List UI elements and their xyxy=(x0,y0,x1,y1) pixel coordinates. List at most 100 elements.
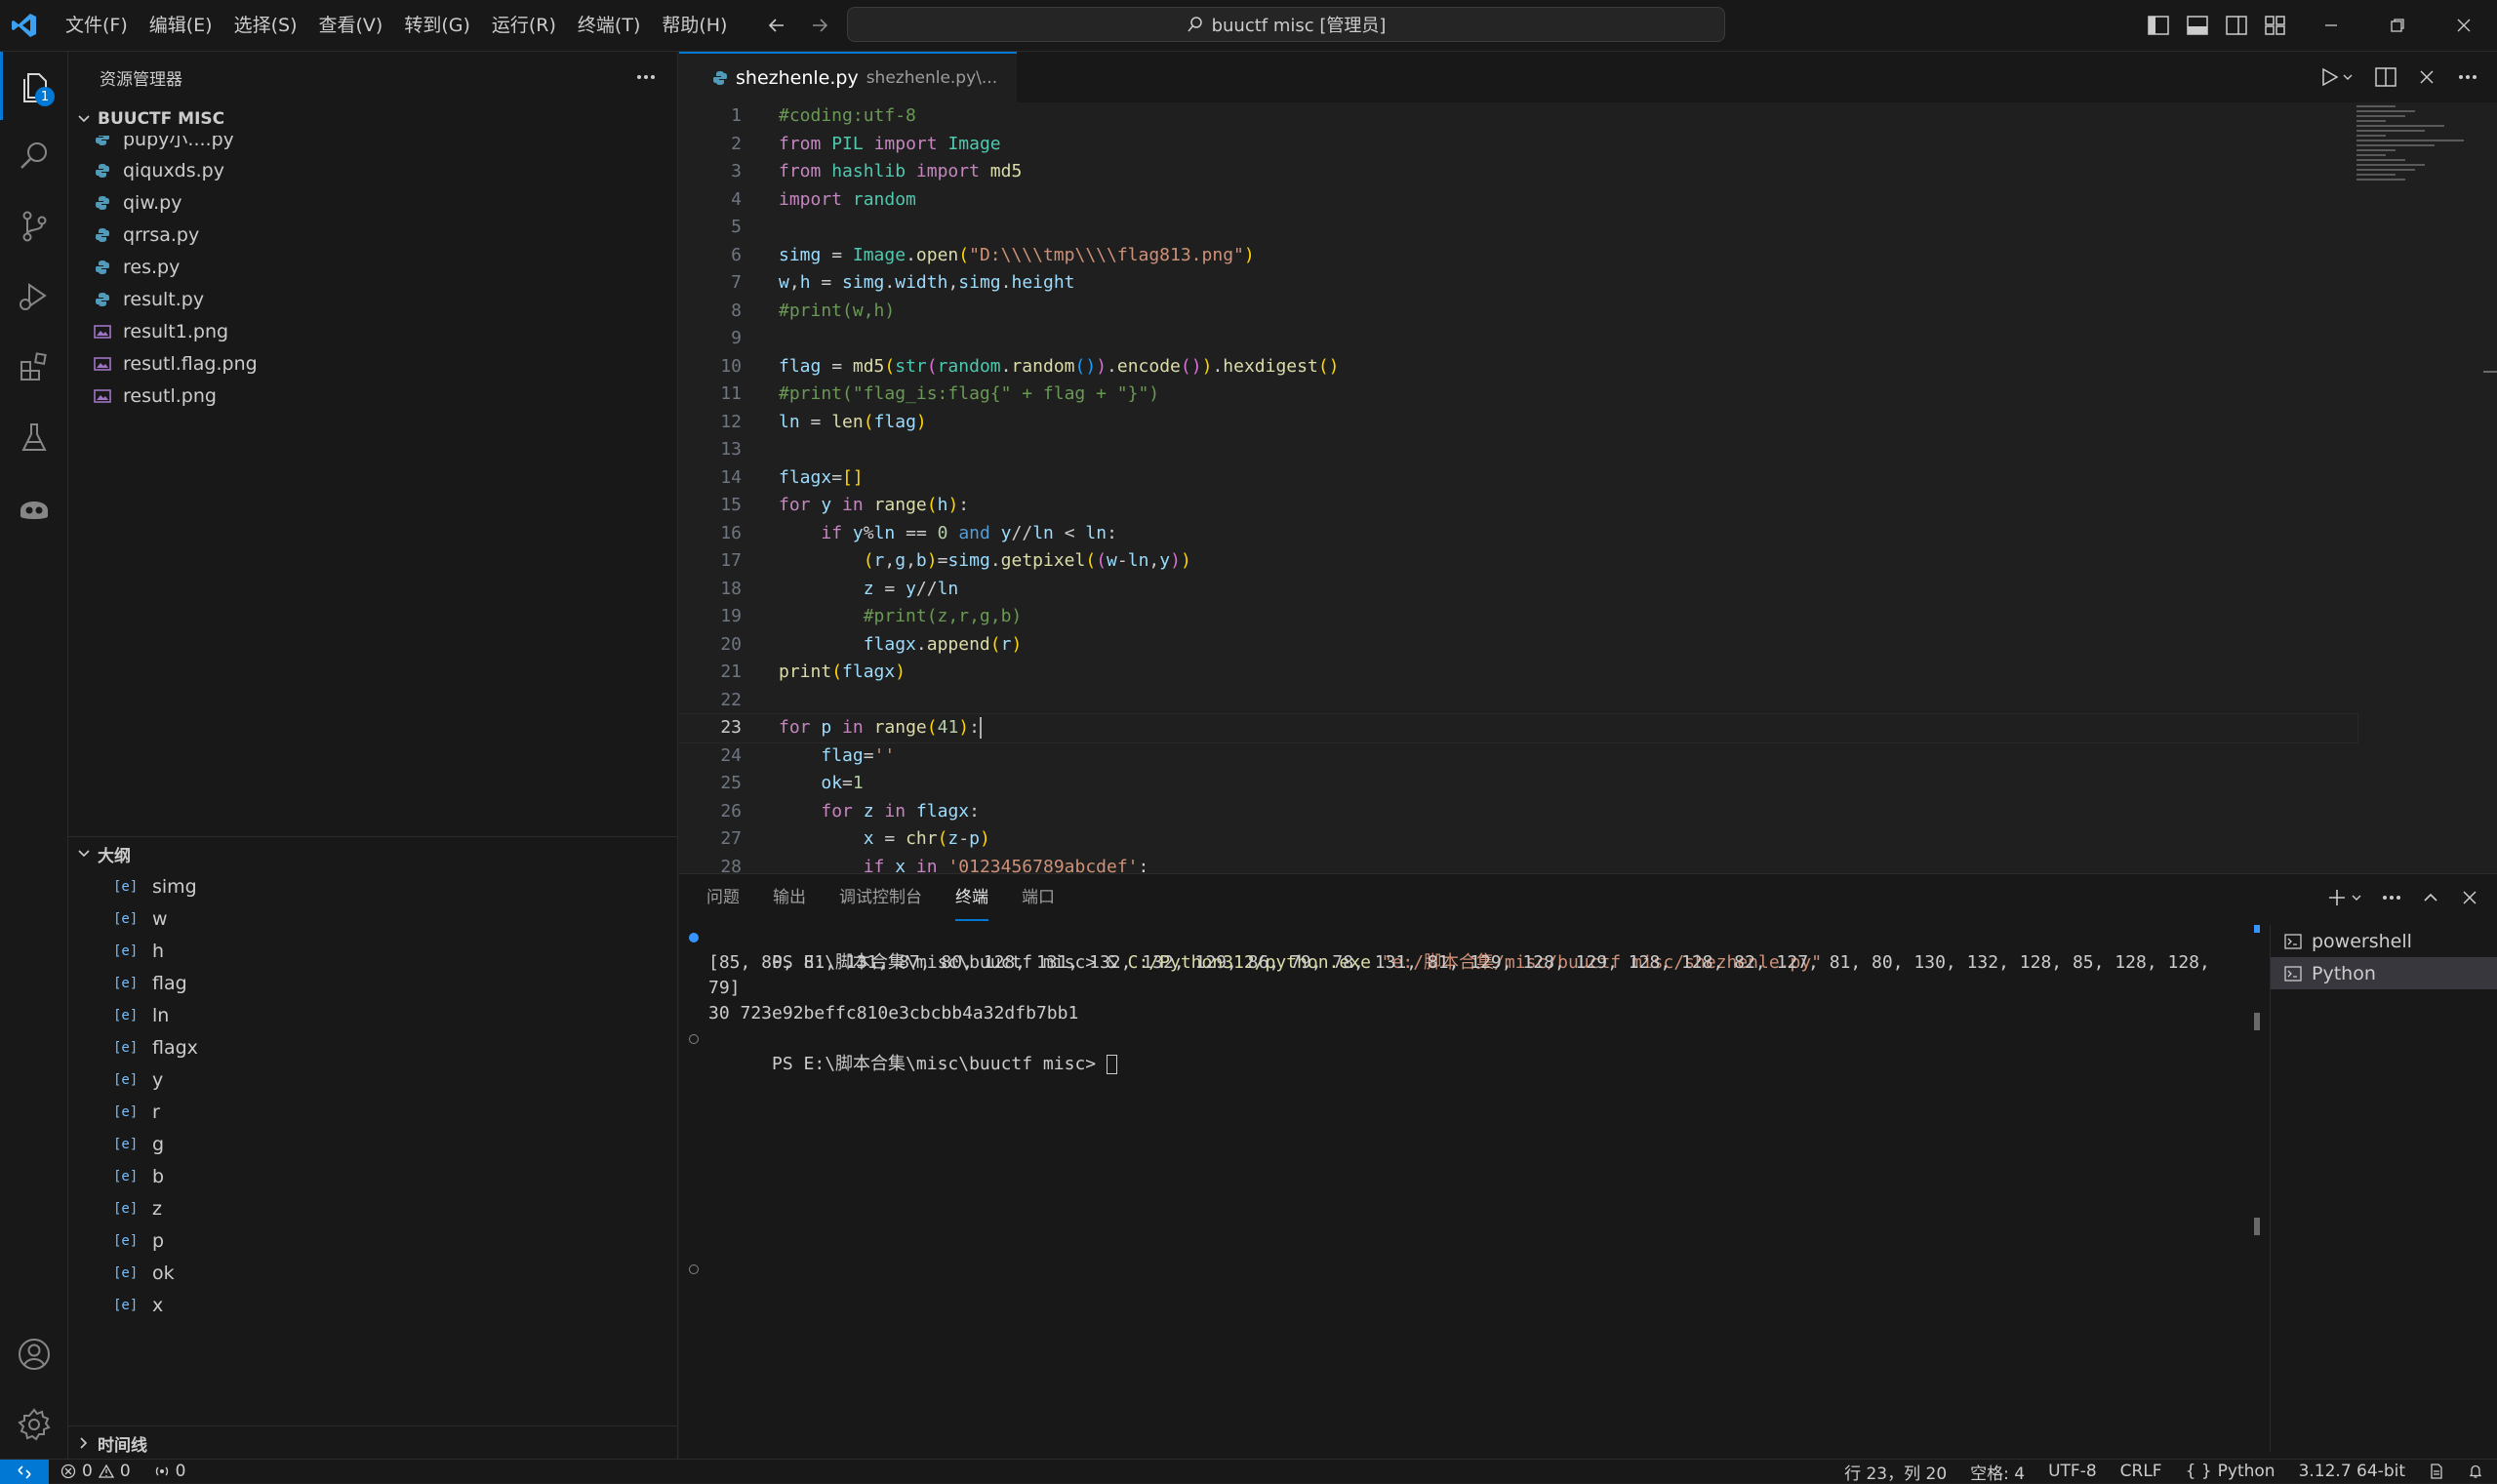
tab-debug-console[interactable]: 调试控制台 xyxy=(839,874,922,921)
menu-help[interactable]: 帮助(H) xyxy=(651,7,738,44)
close-panel-icon[interactable] xyxy=(2454,882,2485,913)
panel-tabs: 问题 输出 调试控制台 终端 端口 xyxy=(706,874,1055,921)
panel-more-icon[interactable] xyxy=(2376,882,2407,913)
maximize-panel-icon[interactable] xyxy=(2415,882,2446,913)
file-item[interactable]: qiquxds.py xyxy=(68,154,677,186)
command-decoration[interactable] xyxy=(689,1034,699,1044)
customize-layout-icon[interactable] xyxy=(2260,10,2291,41)
account-icon[interactable] xyxy=(0,1320,68,1388)
forward-arrow-icon[interactable] xyxy=(804,10,835,41)
run-python-file-icon[interactable] xyxy=(2314,61,2360,93)
minimap[interactable] xyxy=(2356,102,2474,259)
terminal-scrollbar[interactable] xyxy=(2252,925,2262,1452)
symbol-name: flag xyxy=(152,972,187,994)
tab-shezhenle[interactable]: shezhenle.py shezhenle.py\... xyxy=(679,52,1018,102)
outline-symbol[interactable]: [e] x xyxy=(68,1289,678,1321)
outline-symbol[interactable]: [e] y xyxy=(68,1063,678,1096)
terminal-item-python[interactable]: Python xyxy=(2271,957,2497,989)
symbol-name: flagx xyxy=(152,1036,198,1059)
symbol-name: z xyxy=(152,1197,162,1220)
testing-flask-icon[interactable] xyxy=(0,403,68,471)
file-item[interactable]: result1.png xyxy=(68,315,677,347)
outline-symbol[interactable]: [e] g xyxy=(68,1128,678,1160)
tab-terminal[interactable]: 终端 xyxy=(955,874,988,921)
search-view-icon[interactable] xyxy=(0,122,68,190)
file-item[interactable]: qiw.py xyxy=(68,186,677,219)
command-success-decoration[interactable] xyxy=(689,933,699,943)
file-item[interactable]: resutl.flag.png xyxy=(68,347,677,380)
toggle-secondary-sidebar-icon[interactable] xyxy=(2221,10,2252,41)
language-mode[interactable]: { } Python xyxy=(2186,1462,2275,1481)
tab-output[interactable]: 输出 xyxy=(773,874,806,921)
extensions-icon[interactable] xyxy=(0,333,68,401)
cursor-position[interactable]: 行 23，列 20 xyxy=(1844,1460,1947,1484)
file-name: resutl.png xyxy=(123,384,217,407)
file-item[interactable]: qrrsa.py xyxy=(68,219,677,251)
code-line: 10 flag = md5(str(random.random()).encode… xyxy=(720,355,1340,377)
outline-symbol[interactable]: [e] simg xyxy=(68,870,678,902)
outline-symbol[interactable]: [e] flag xyxy=(68,967,678,999)
file-item[interactable]: resutl.png xyxy=(68,380,677,412)
tab-ports[interactable]: 端口 xyxy=(1022,874,1055,921)
terminal-line: PS E:\脚本合集\misc\buuctf misc> xyxy=(679,1026,2252,1074)
more-actions-icon[interactable] xyxy=(636,74,656,80)
minimize-icon[interactable] xyxy=(2298,0,2364,51)
file-item[interactable]: res.py xyxy=(68,251,677,283)
ports-status[interactable]: 0 xyxy=(154,1462,185,1481)
split-editor-icon[interactable] xyxy=(2370,61,2401,93)
new-terminal-icon[interactable] xyxy=(2325,882,2368,913)
run-debug-icon[interactable] xyxy=(0,262,68,331)
restore-icon[interactable] xyxy=(2364,0,2431,51)
explorer-icon[interactable]: 1 xyxy=(0,52,68,120)
toggle-primary-sidebar-icon[interactable] xyxy=(2143,10,2174,41)
variable-symbol-icon: [e] xyxy=(113,1103,139,1120)
timeline-header[interactable]: 时间线 xyxy=(68,1426,678,1460)
outline-symbol[interactable]: [e] h xyxy=(68,935,678,967)
outline-symbol[interactable]: [e] ok xyxy=(68,1257,678,1289)
toggle-panel-icon[interactable] xyxy=(2182,10,2213,41)
folder-header[interactable]: BUUCTF MISC xyxy=(68,102,677,136)
editor-more-icon[interactable] xyxy=(2452,61,2483,93)
menu-go[interactable]: 转到(G) xyxy=(393,7,481,44)
back-arrow-icon[interactable] xyxy=(761,10,792,41)
symbol-name: w xyxy=(152,907,168,930)
menu-selection[interactable]: 选择(S) xyxy=(223,7,308,44)
outline-header[interactable]: 大纲 xyxy=(68,836,678,870)
outline-symbol[interactable]: [e] b xyxy=(68,1160,678,1192)
code-editor[interactable]: 1 #coding:utf-8 2 from PIL import Image 3f… xyxy=(679,102,2497,873)
terminal-output[interactable]: PS E:\脚本合集\misc\buuctf misc> & C:/Python… xyxy=(679,925,2252,1452)
file-item[interactable]: pupy小....py xyxy=(68,136,677,154)
file-item[interactable]: result.py xyxy=(68,283,677,315)
terminal-item-label: powershell xyxy=(2312,930,2412,952)
outline-symbol[interactable]: [e] flagx xyxy=(68,1031,678,1063)
command-center-search[interactable]: buuctf misc [管理员] xyxy=(847,7,1725,42)
menu-terminal[interactable]: 终端(T) xyxy=(567,7,651,44)
remote-indicator[interactable] xyxy=(0,1460,49,1484)
outline-symbol[interactable]: [e] w xyxy=(68,902,678,935)
end-of-line[interactable]: CRLF xyxy=(2120,1462,2162,1481)
menu-run[interactable]: 运行(R) xyxy=(481,7,567,44)
menu-file[interactable]: 文件(F) xyxy=(55,7,139,44)
indentation[interactable]: 空格: 4 xyxy=(1970,1460,2025,1484)
outline-symbol[interactable]: [e] p xyxy=(68,1224,678,1257)
file-encoding[interactable]: UTF-8 xyxy=(2048,1462,2097,1481)
outline-symbol[interactable]: [e] z xyxy=(68,1192,678,1224)
terminal-item-powershell[interactable]: powershell xyxy=(2271,925,2497,957)
menu-view[interactable]: 查看(V) xyxy=(308,7,394,44)
tab-problems[interactable]: 问题 xyxy=(706,874,740,921)
layout-file-icon[interactable] xyxy=(2429,1464,2444,1479)
outline-title: 大纲 xyxy=(98,846,131,866)
problems-status[interactable]: 0 0 xyxy=(60,1462,131,1481)
command-decoration[interactable] xyxy=(689,1264,699,1274)
close-window-icon[interactable] xyxy=(2431,0,2497,51)
settings-gear-icon[interactable] xyxy=(0,1390,68,1459)
close-editor-icon[interactable] xyxy=(2411,61,2442,93)
menu-edit[interactable]: 编辑(E) xyxy=(139,7,223,44)
notifications-bell-icon[interactable] xyxy=(2468,1464,2483,1479)
python-interpreter[interactable]: 3.12.7 64-bit xyxy=(2299,1462,2405,1481)
source-control-icon[interactable] xyxy=(0,192,68,261)
outline-symbol[interactable]: [e] ln xyxy=(68,999,678,1031)
copilot-icon[interactable] xyxy=(0,473,68,541)
outline-symbol[interactable]: [e] r xyxy=(68,1096,678,1128)
editor-scrollbar[interactable] xyxy=(2483,371,2497,373)
